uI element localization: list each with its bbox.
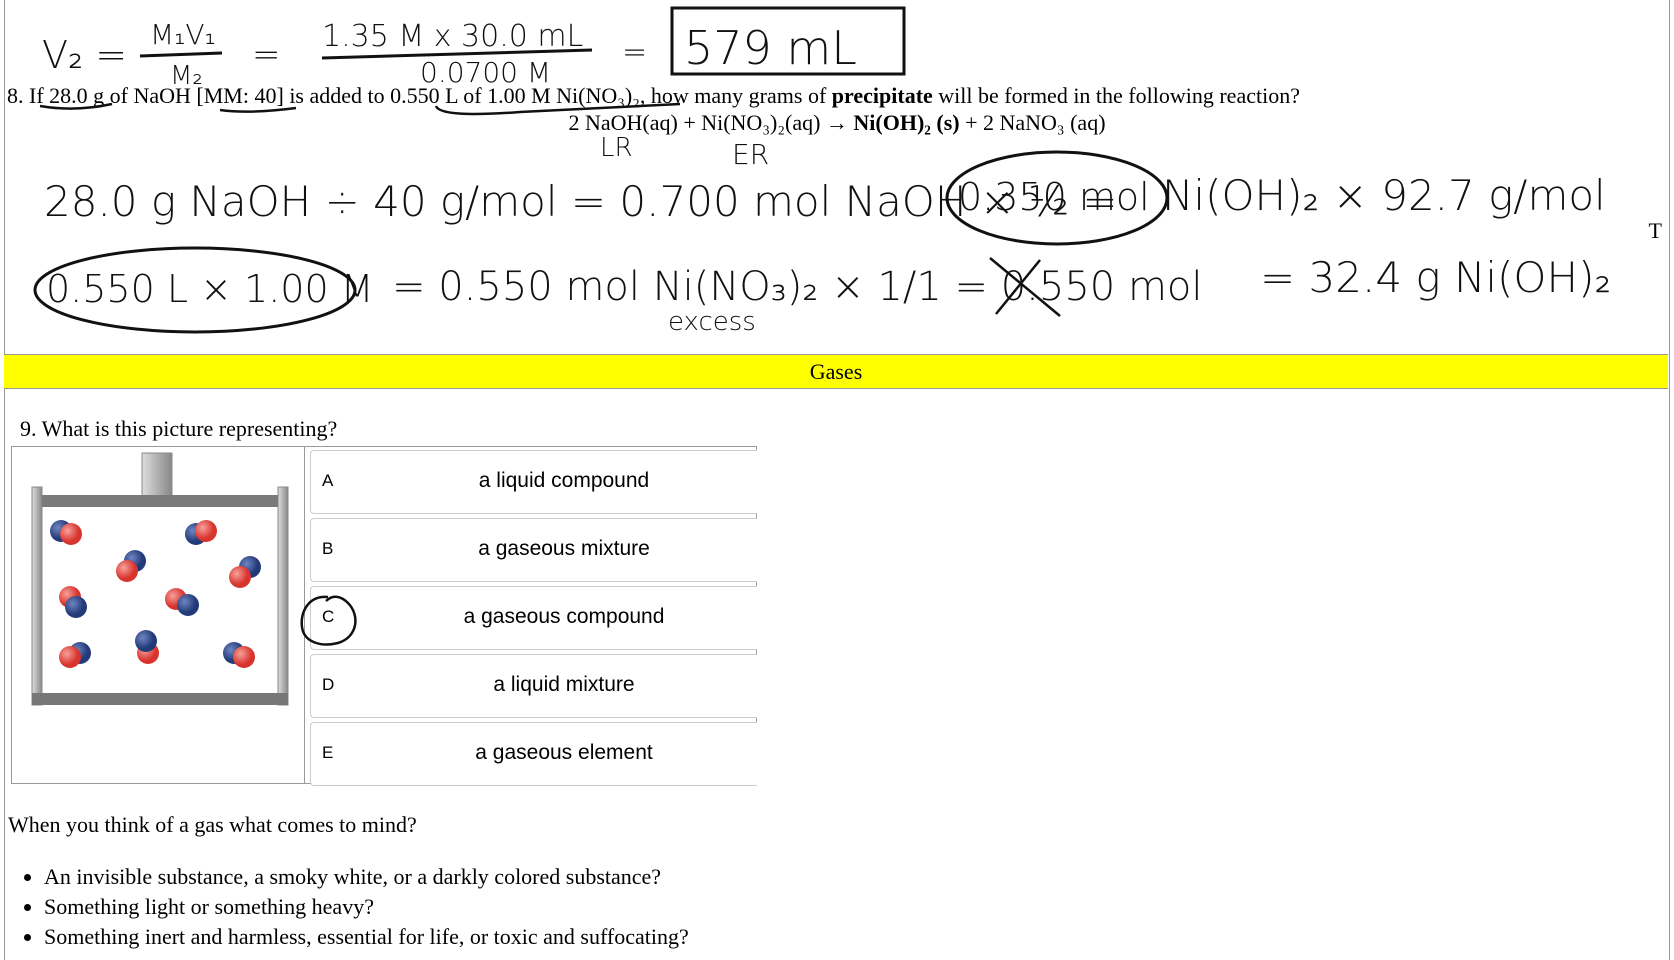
q8-text: is added to (283, 83, 391, 108)
reaction-equation: 2 NaOH(aq) + Ni(NO₃)₂(aq) → Ni(OH)₂ (s) … (0, 110, 1674, 136)
option-d[interactable]: Da liquid mixture (310, 654, 757, 718)
option-letter: B (322, 539, 334, 558)
option-b[interactable]: Ba gaseous mixture (310, 518, 757, 582)
gas-container-illustration (31, 452, 289, 706)
equation-products: + 2 NaNO₃ (aq) (959, 110, 1106, 135)
gas-prompt: When you think of a gas what comes to mi… (8, 812, 417, 837)
answer-circle-mark (300, 595, 357, 646)
option-c[interactable]: Ca gaseous compound (310, 586, 757, 650)
q8-text: If (29, 83, 50, 108)
option-text: a gaseous compound (463, 605, 665, 628)
option-letter: D (322, 675, 335, 694)
option-letter: A (322, 471, 334, 490)
bullet-item: Something light or something heavy? (44, 892, 689, 922)
option-text: a gaseous element (475, 741, 653, 764)
equation-reactants: 2 NaOH(aq) + Ni(NO₃)₂(aq) → (568, 110, 854, 135)
question-9-table: Aa liquid compound Ba gaseous mixture Ca… (11, 446, 757, 786)
question-9: 9. What is this picture representing? (20, 416, 338, 441)
option-text: a liquid mixture (493, 673, 635, 696)
option-a[interactable]: Aa liquid compound (310, 450, 757, 514)
section-band-gases: Gases (4, 354, 1668, 389)
equation-precipitate: Ni(OH)₂ (s) (853, 110, 960, 135)
side-letter: T (1648, 218, 1662, 243)
q8-mass: 28.0 g (49, 83, 105, 108)
gas-bullets: An invisible substance, a smoky white, o… (20, 862, 689, 952)
option-text: a liquid compound (478, 469, 650, 492)
q8-precipitate: precipitate (831, 83, 933, 108)
bullet-item: An invisible substance, a smoky white, o… (44, 862, 689, 892)
q8-text: , how many grams of (639, 83, 832, 108)
question-number: 8. (7, 83, 24, 108)
q8-solution: 0.550 L of 1.00 M Ni(NO₃)₂ (390, 83, 640, 108)
bullet-item: Something inert and harmless, essential … (44, 922, 689, 952)
q8-text: of NaOH (104, 83, 197, 108)
option-letter: E (322, 743, 334, 762)
q8-molar-mass: [MM: 40] (196, 83, 284, 108)
option-text: a gaseous mixture (478, 537, 650, 560)
container-molecules-image (12, 447, 305, 783)
option-e[interactable]: Ea gaseous element (310, 722, 757, 786)
molecules (50, 520, 261, 668)
question-8: 8. If 28.0 g of NaOH [MM: 40] is added t… (7, 83, 1300, 109)
q8-text: will be formed in the following reaction… (932, 83, 1300, 108)
